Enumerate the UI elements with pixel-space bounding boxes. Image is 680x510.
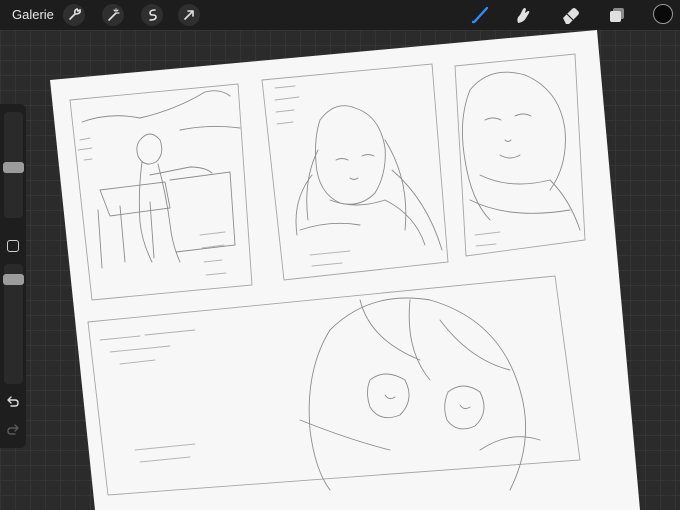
opacity-thumb[interactable] <box>3 274 24 285</box>
layers-icon[interactable] <box>605 3 629 27</box>
canvas-area[interactable] <box>0 0 680 510</box>
modify-button[interactable] <box>7 240 19 252</box>
wrench-icon[interactable] <box>62 3 86 27</box>
selection-icon[interactable] <box>140 3 164 27</box>
eraser-icon[interactable] <box>559 3 583 27</box>
left-sidebar <box>0 104 26 448</box>
redo-icon[interactable] <box>5 422 21 438</box>
magic-wand-icon[interactable] <box>101 3 125 27</box>
transform-arrow-icon[interactable] <box>177 3 201 27</box>
gallery-button[interactable]: Galerie <box>12 7 54 22</box>
smudge-icon[interactable] <box>511 3 535 27</box>
canvas[interactable] <box>0 0 680 510</box>
color-picker-button[interactable] <box>653 4 673 24</box>
brush-size-thumb[interactable] <box>3 162 24 173</box>
undo-icon[interactable] <box>5 394 21 410</box>
paper-sheet <box>50 30 640 510</box>
brush-icon[interactable] <box>468 3 492 27</box>
top-toolbar: Galerie <box>0 0 680 30</box>
